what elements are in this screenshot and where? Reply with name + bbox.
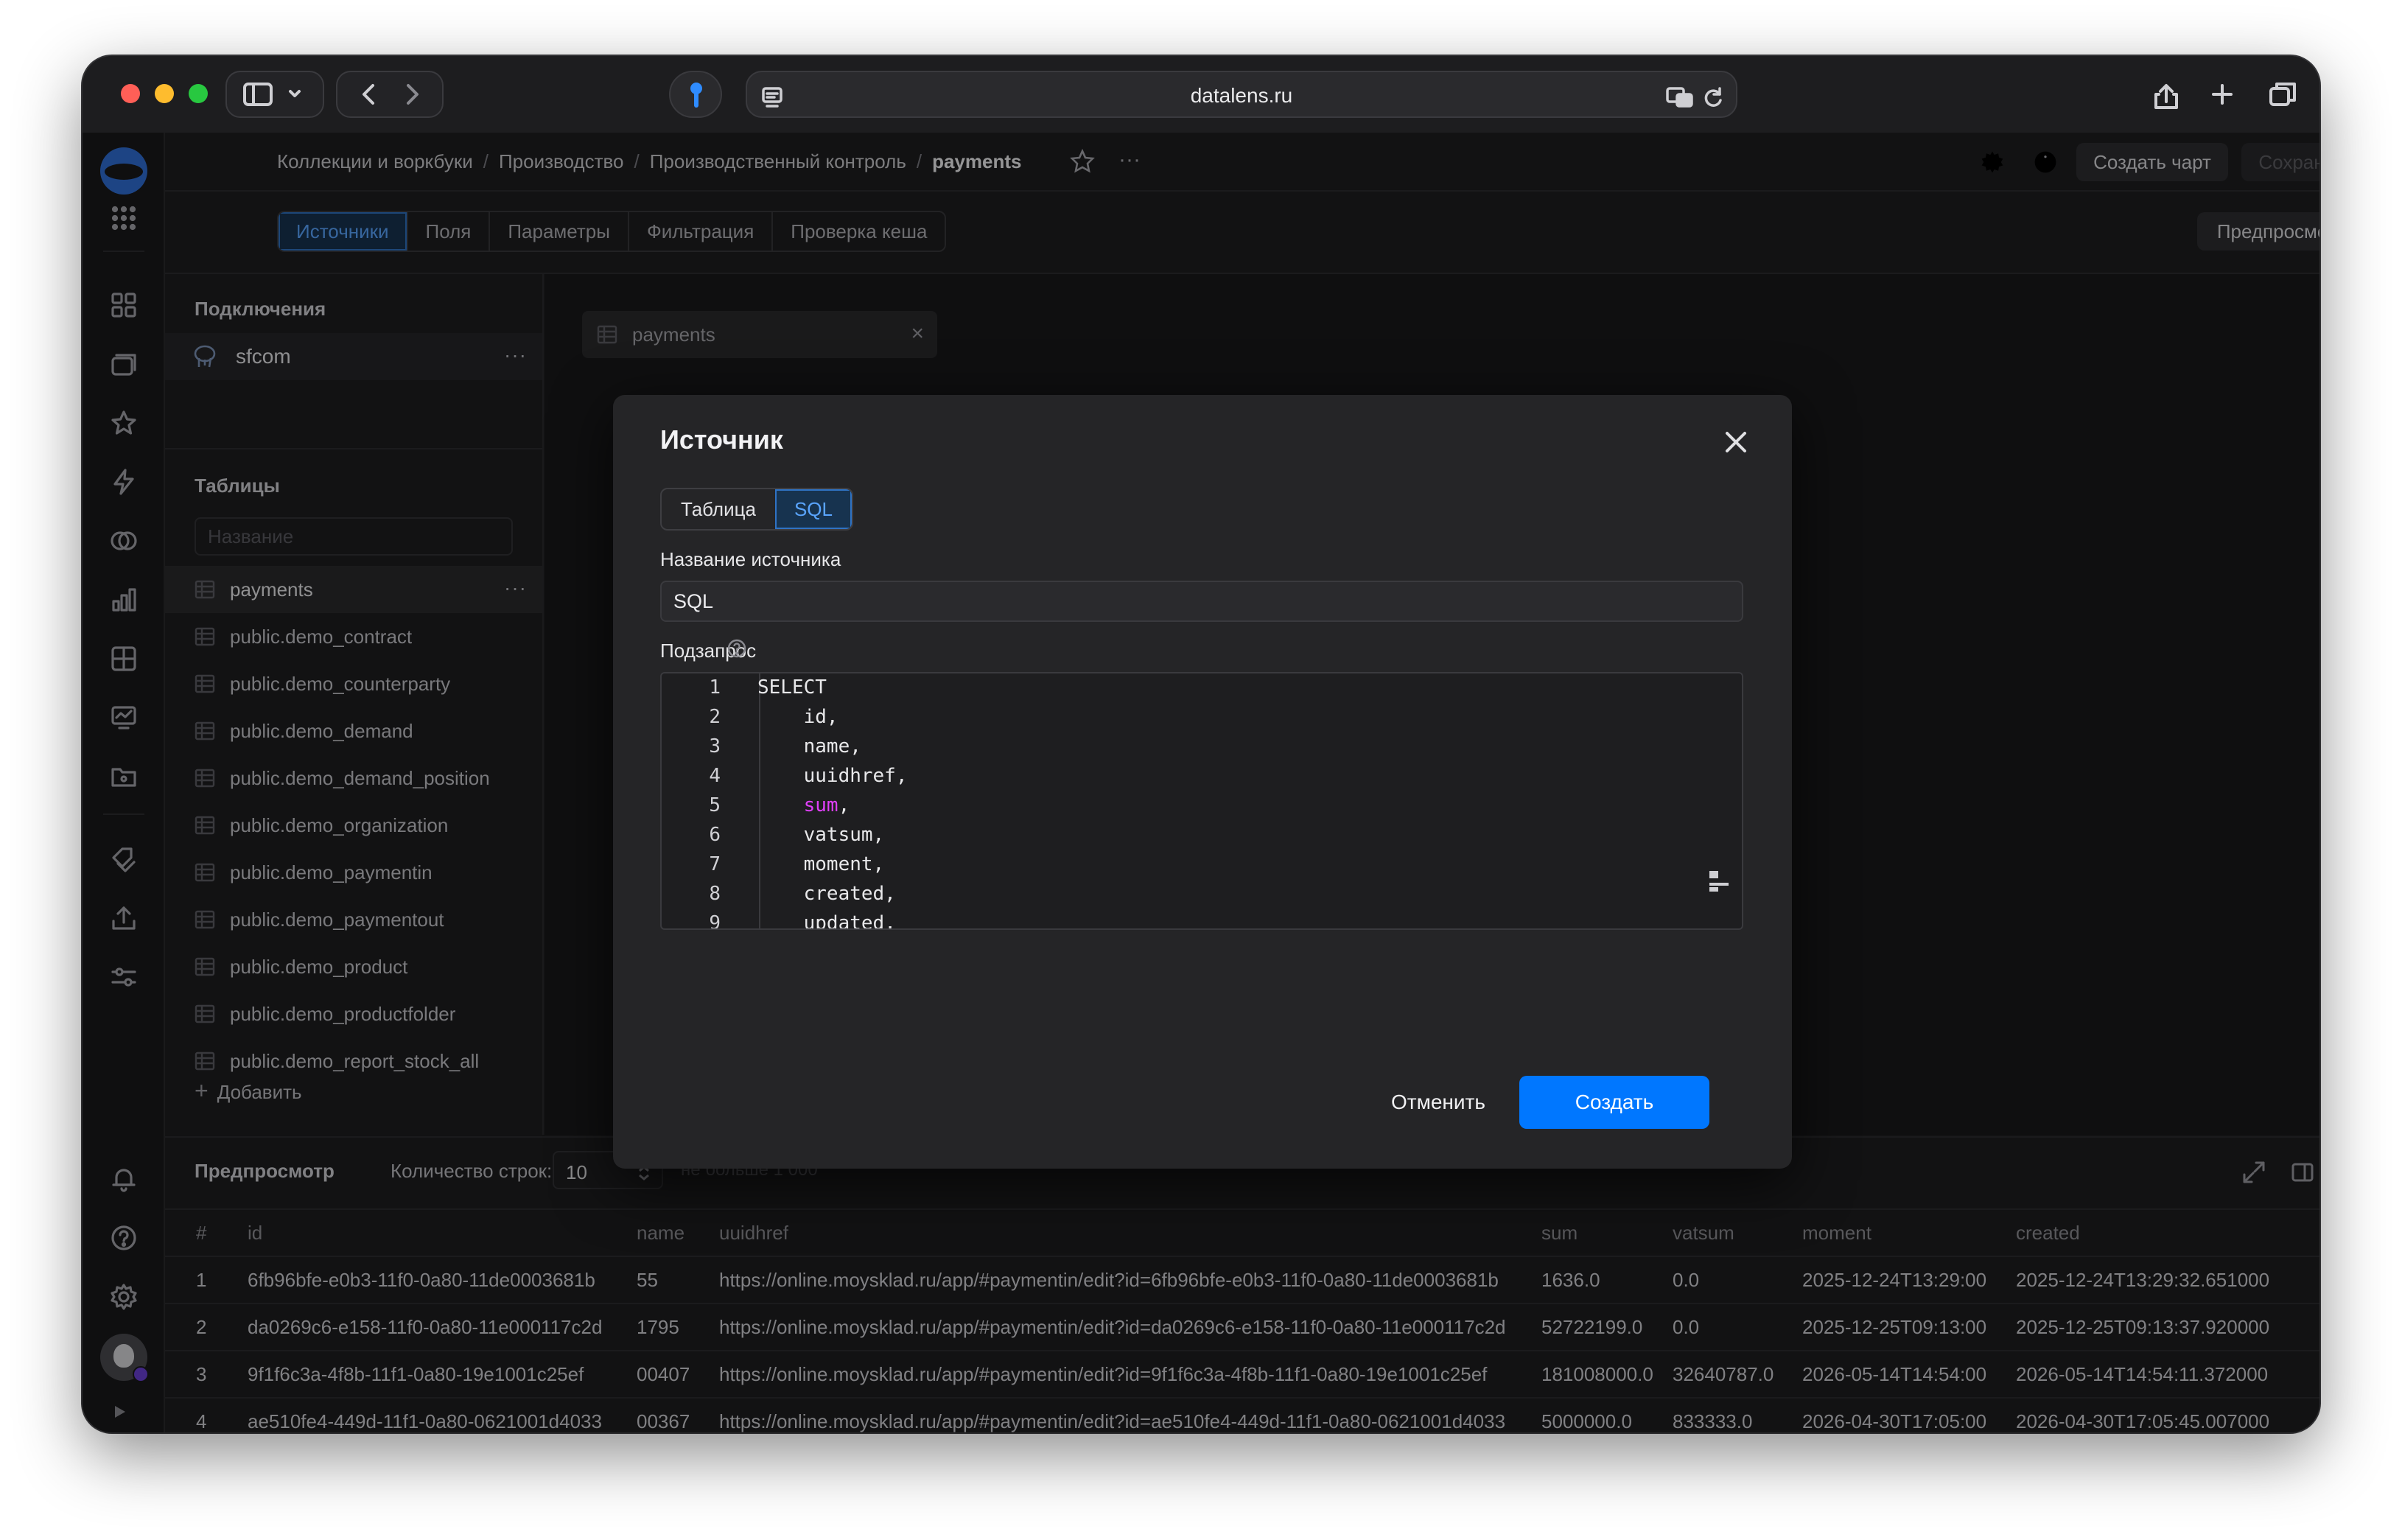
url-text: datalens.ru xyxy=(1190,84,1293,107)
maximize-window-button[interactable] xyxy=(189,84,208,103)
nav-buttons xyxy=(336,71,444,118)
source-name-label: Название источника xyxy=(660,548,841,570)
editor-scrollbar[interactable] xyxy=(1709,871,1729,893)
code-text: created, xyxy=(757,883,896,905)
sidebar-icon xyxy=(243,83,301,106)
code-line: 4 uuidhref, xyxy=(662,762,1742,791)
code-text: uuidhref, xyxy=(757,765,908,787)
dialog-title: Источник xyxy=(660,424,783,455)
code-line: 9 updated, xyxy=(662,909,1742,930)
code-line: 2 id, xyxy=(662,703,1742,732)
code-line: 8 created, xyxy=(662,880,1742,909)
line-number: 8 xyxy=(709,883,721,905)
code-text: name, xyxy=(757,735,861,757)
browser-actions xyxy=(2146,71,2317,118)
code-line: 6 vatsum, xyxy=(662,821,1742,850)
close-icon xyxy=(1726,432,1746,452)
tabs-overview-icon[interactable] xyxy=(2269,83,2296,106)
browser-window: datalens.ru Коллекции и воркбуки / Произ… xyxy=(83,56,2319,1432)
source-type-switch: Таблица SQL xyxy=(660,488,853,531)
line-number: 6 xyxy=(709,824,721,846)
line-number: 1 xyxy=(709,676,721,699)
code-line: 1 SELECT xyxy=(662,673,1742,703)
line-number: 3 xyxy=(709,735,721,757)
function-token: sum xyxy=(757,794,838,816)
code-line: 5 sum, xyxy=(662,791,1742,821)
sidebar-toggle-button[interactable] xyxy=(225,71,324,118)
back-icon[interactable] xyxy=(363,84,374,105)
line-number: 7 xyxy=(709,853,721,875)
code-line: 3 name, xyxy=(662,732,1742,762)
forward-icon[interactable] xyxy=(407,84,419,105)
code-text: SELECT xyxy=(757,676,827,699)
code-text: id, xyxy=(757,706,838,728)
passwords-button[interactable] xyxy=(669,71,722,118)
minimize-window-button[interactable] xyxy=(155,84,174,103)
reload-icon[interactable] xyxy=(1702,85,1724,109)
help-circle-icon[interactable] xyxy=(726,638,747,659)
line-number: 5 xyxy=(709,794,721,816)
browser-titlebar: datalens.ru xyxy=(83,56,2319,133)
source-dialog: Источник Таблица SQL Название источника … xyxy=(613,395,1792,1169)
new-tab-icon[interactable] xyxy=(2212,84,2233,105)
code-line: 7 moment, xyxy=(662,850,1742,880)
source-type-table[interactable]: Таблица xyxy=(662,489,775,529)
source-type-sql[interactable]: SQL xyxy=(774,489,852,529)
code-text: sum, xyxy=(757,794,850,816)
source-name-input[interactable] xyxy=(660,581,1743,622)
address-bar[interactable]: datalens.ru xyxy=(746,71,1737,118)
code-text: updated, xyxy=(757,912,896,930)
sql-editor[interactable]: 1 SELECT 2 id, 3 name, 4 uuidhref, 5 sum,… xyxy=(660,672,1743,930)
close-window-button[interactable] xyxy=(121,84,140,103)
key-icon xyxy=(690,83,702,108)
line-number: 4 xyxy=(709,765,721,787)
translate-icon[interactable] xyxy=(1665,85,1695,109)
punctuation-token: , xyxy=(838,794,850,816)
line-number: 2 xyxy=(709,706,721,728)
code-text: vatsum, xyxy=(757,824,885,846)
line-number: 9 xyxy=(709,912,721,930)
source-name-field[interactable] xyxy=(662,582,1742,620)
share-icon[interactable] xyxy=(2154,84,2178,109)
close-dialog-button[interactable] xyxy=(1721,427,1751,457)
code-text: moment, xyxy=(757,853,885,875)
cancel-button[interactable]: Отменить xyxy=(1369,1076,1508,1129)
create-button[interactable]: Создать xyxy=(1519,1076,1709,1129)
